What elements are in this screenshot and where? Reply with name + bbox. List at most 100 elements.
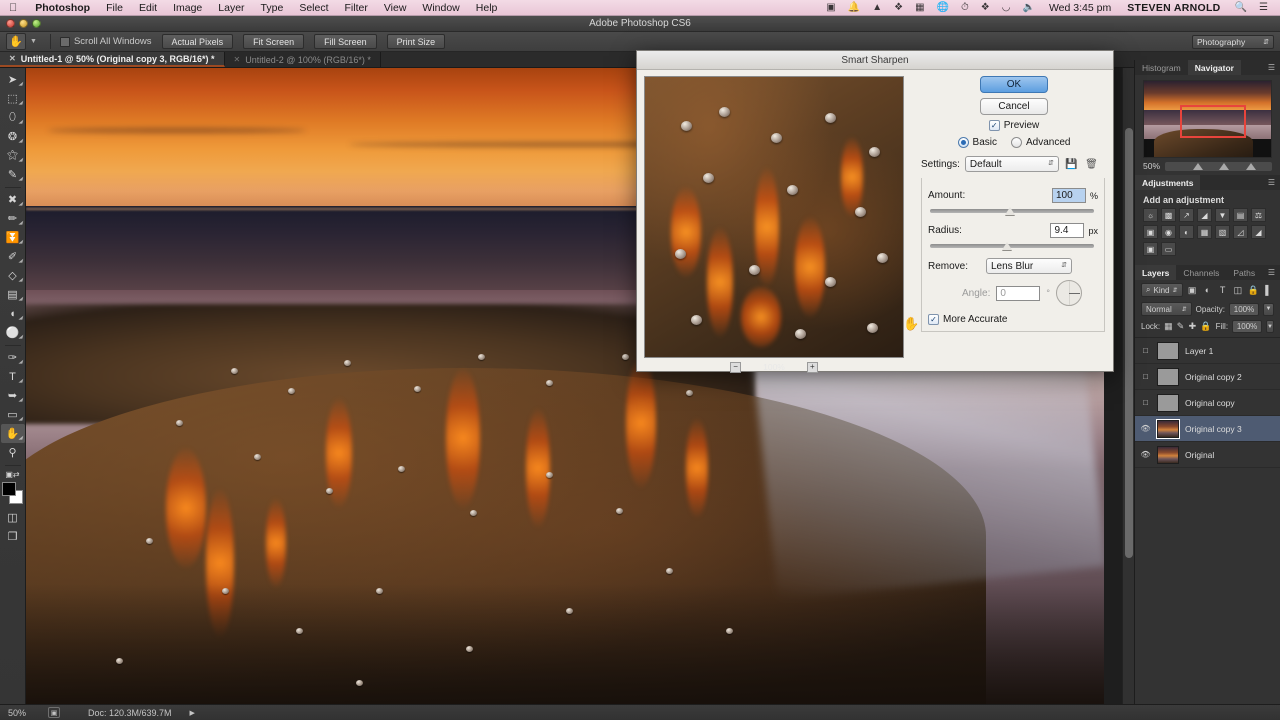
levels-icon[interactable]: ▩ <box>1161 208 1176 222</box>
scrollbar-thumb[interactable] <box>1125 128 1133 558</box>
tab-channels[interactable]: Channels <box>1176 265 1226 280</box>
opacity-stepper[interactable]: ▼ <box>1263 302 1274 316</box>
lock-all-icon[interactable]: 🔒 <box>1200 320 1211 333</box>
menu-select[interactable]: Select <box>291 2 336 14</box>
lock-transparent-pixels-icon[interactable]: ▦ <box>1164 320 1173 333</box>
layer-filter-kind-select[interactable]: ⌕ Kind ⇵ <box>1141 283 1183 297</box>
dialog-preview-image[interactable] <box>644 76 904 358</box>
cone-icon[interactable]: ▲ <box>866 2 888 13</box>
actual-pixels-button[interactable]: Actual Pixels <box>161 34 234 49</box>
notification-center-icon[interactable]: ☰ <box>1253 2 1274 13</box>
lock-position-icon[interactable]: ✚ <box>1189 320 1197 333</box>
close-icon[interactable]: ✕ <box>9 54 16 63</box>
scroll-all-windows-checkbox[interactable]: Scroll All Windows <box>59 36 152 47</box>
radio-basic[interactable]: Basic <box>957 137 997 148</box>
fill-screen-button[interactable]: Fill Screen <box>314 34 377 49</box>
rectangle-tool[interactable]: ▭ ◢ <box>1 405 25 424</box>
screen-record-icon[interactable]: ▣ <box>820 2 841 13</box>
panel-menu-icon[interactable]: ☰ <box>1263 175 1280 190</box>
menu-type[interactable]: Type <box>253 2 292 14</box>
bluetooth-icon[interactable]: ❖ <box>975 2 996 13</box>
amount-input[interactable]: 100 <box>1051 188 1086 203</box>
document-info-icon[interactable]: ▣ <box>48 707 60 718</box>
preview-checkbox[interactable]: ✓ Preview <box>919 120 1109 131</box>
tab-navigator[interactable]: Navigator <box>1187 60 1241 75</box>
layer-visibility-toggle[interactable]: 👁 <box>1140 450 1151 459</box>
photo-filter-icon[interactable]: ◉ <box>1161 225 1176 239</box>
selective-color-icon[interactable]: ▭ <box>1161 242 1176 256</box>
slider-handle-small[interactable] <box>1192 162 1203 170</box>
volume-icon[interactable]: 🔈 <box>1017 2 1041 13</box>
exposure-icon[interactable]: ◢ <box>1197 208 1212 222</box>
remove-select[interactable]: Lens Blur ⇵ <box>986 258 1072 274</box>
opacity-value[interactable]: 100% <box>1229 302 1259 316</box>
quick-selection-tool[interactable]: ❂ ◢ <box>1 127 25 146</box>
navigator-view-box[interactable] <box>1179 105 1246 139</box>
table-row[interactable]: □ Original copy <box>1135 390 1280 416</box>
menu-photoshop[interactable]: Photoshop <box>27 2 98 14</box>
save-preset-icon[interactable]: 💾 <box>1064 157 1079 172</box>
menu-edit[interactable]: Edit <box>131 2 165 14</box>
tab-paths[interactable]: Paths <box>1226 265 1262 280</box>
fill-stepper[interactable]: ▼ <box>1266 320 1274 333</box>
vibrance-icon[interactable]: ▼ <box>1215 208 1230 222</box>
radius-slider[interactable] <box>930 242 1094 250</box>
lock-image-pixels-icon[interactable]: ✎ <box>1177 320 1185 333</box>
slider-handle[interactable] <box>1218 162 1229 170</box>
menu-image[interactable]: Image <box>165 2 210 14</box>
shape-layers-filter-icon[interactable]: ◫ <box>1232 284 1243 297</box>
type-layers-filter-icon[interactable]: T <box>1217 284 1228 297</box>
brush-tool[interactable]: ✏ ◢ <box>1 209 25 228</box>
user-name[interactable]: STEVEN ARNOLD <box>1119 2 1228 14</box>
eraser-tool[interactable]: ◇ ◢ <box>1 266 25 285</box>
navigator-thumbnail[interactable] <box>1143 80 1272 158</box>
angle-dial[interactable] <box>1055 280 1082 306</box>
search-icon[interactable]: 🔍 <box>1229 2 1253 13</box>
menu-window[interactable]: Window <box>414 2 467 14</box>
gradient-map-icon[interactable]: ▣ <box>1143 242 1158 256</box>
curves-icon[interactable]: ↗ <box>1179 208 1194 222</box>
wifi-icon[interactable]: ◡ <box>996 2 1017 13</box>
hand-tool[interactable]: ✋ ◢ <box>0 424 25 443</box>
history-brush-tool[interactable]: ✐ ◢ <box>1 247 25 266</box>
layer-visibility-toggle[interactable]: □ <box>1140 398 1151 407</box>
color-swatches[interactable] <box>1 482 25 508</box>
table-row[interactable]: 👁 Original <box>1135 442 1280 468</box>
triangle-right-icon[interactable]: ▶ <box>190 709 195 717</box>
crop-tool[interactable]: ⚝ ◢ <box>1 146 25 165</box>
minimize-button[interactable] <box>19 19 28 28</box>
dodge-tool[interactable]: ⚪ ◢ <box>1 323 25 342</box>
smart-sharpen-dialog[interactable]: Smart Sharpen − 100% + ✋ OK Cancel ✓ Pre… <box>636 50 1114 373</box>
zoom-level[interactable]: 50% <box>8 708 48 718</box>
grid-icon[interactable]: ▦ <box>909 2 930 13</box>
channel-mixer-icon[interactable]: ◐ <box>1179 225 1194 239</box>
panel-menu-icon[interactable]: ☰ <box>1263 60 1280 75</box>
fit-screen-button[interactable]: Fit Screen <box>243 34 305 49</box>
layer-visibility-toggle[interactable]: □ <box>1140 346 1151 355</box>
spot-healing-brush-tool[interactable]: ✖ ◢ <box>1 190 25 209</box>
default-colors-icon[interactable]: ▣⇄ <box>1 468 25 480</box>
table-row[interactable]: □ Original copy 2 <box>1135 364 1280 390</box>
pen-tool[interactable]: ✑ ◢ <box>1 348 25 367</box>
move-tool[interactable]: ➤ ◢ <box>1 70 25 89</box>
table-row[interactable]: 👁 Original copy 3 <box>1135 416 1280 442</box>
threshold-icon[interactable]: ◢ <box>1251 225 1266 239</box>
navigator-zoom-slider[interactable] <box>1165 161 1272 171</box>
zoom-in-button[interactable]: + <box>806 361 818 373</box>
cancel-button[interactable]: Cancel <box>980 98 1048 115</box>
trash-icon[interactable]: 🗑 <box>1084 157 1099 172</box>
menu-view[interactable]: View <box>376 2 415 14</box>
pixel-layers-filter-icon[interactable]: ▣ <box>1187 284 1198 297</box>
chevron-down-icon[interactable]: ▼ <box>30 38 37 45</box>
radio-advanced[interactable]: Advanced <box>1010 137 1070 148</box>
lasso-tool[interactable]: ⬯ ◢ <box>1 108 25 127</box>
tab-adjustments[interactable]: Adjustments <box>1135 175 1201 190</box>
radius-input[interactable]: 9.4 <box>1050 223 1085 238</box>
time-machine-icon[interactable]: ⏱ <box>955 2 975 13</box>
tab-layers[interactable]: Layers <box>1135 265 1177 280</box>
settings-select[interactable]: Default ⇵ <box>964 156 1059 172</box>
blur-tool[interactable]: ◖ ◢ <box>1 304 25 323</box>
slider-handle[interactable] <box>1002 242 1013 250</box>
document-tab-untitled-2[interactable]: ✕ Untitled-2 @ 100% (RGB/16*) * <box>224 52 381 67</box>
table-row[interactable]: □ Layer 1 <box>1135 338 1280 364</box>
